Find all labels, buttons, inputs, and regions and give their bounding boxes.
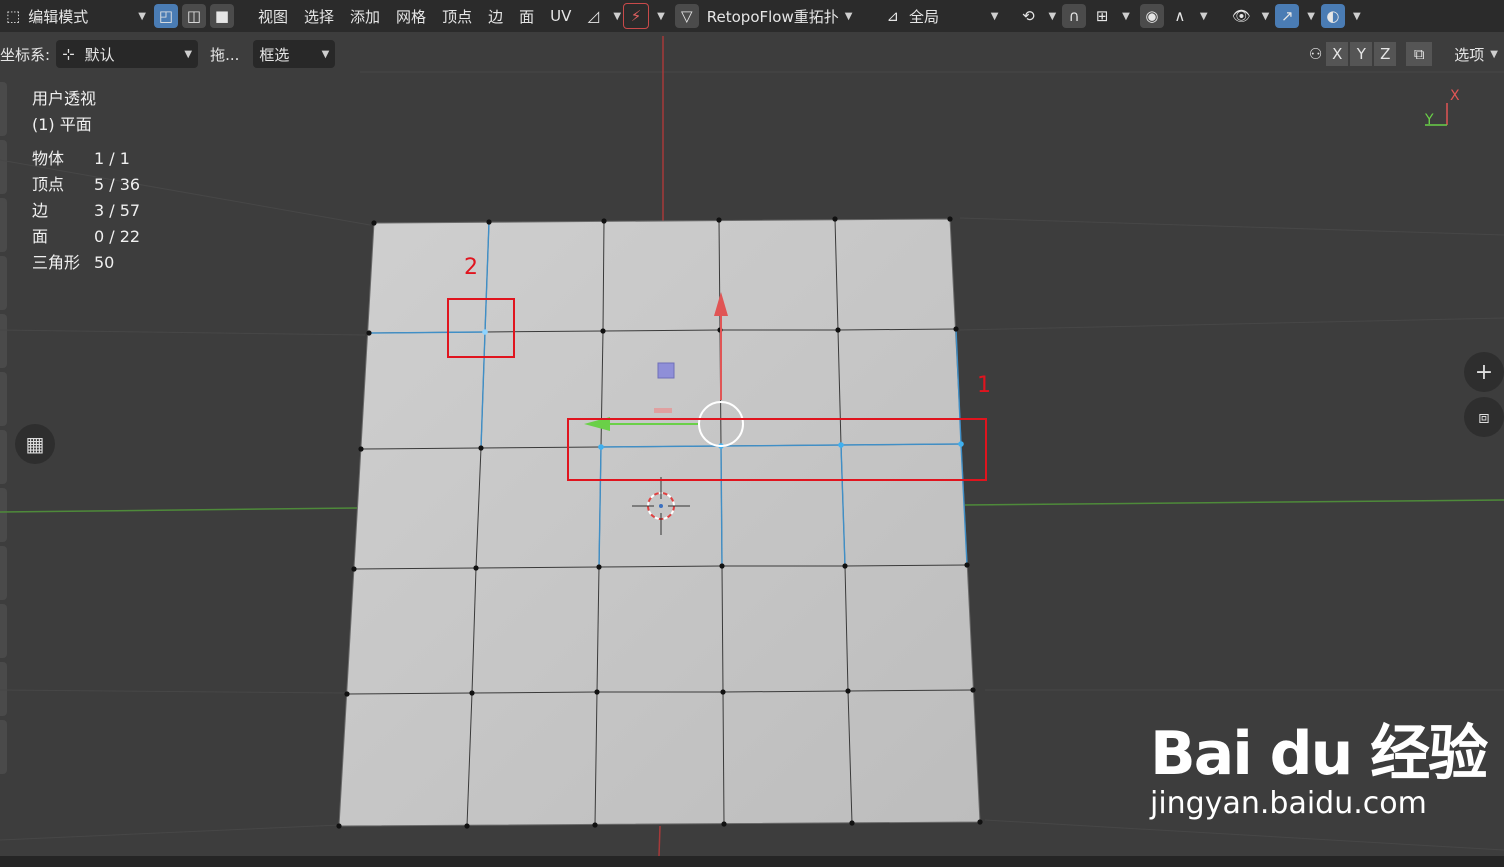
stat-value: 5 / 36 [94,175,141,194]
stat-value: 3 / 57 [94,201,141,220]
mesh-statistics: 物体 1 / 1 顶点 5 / 36 边 3 / 57 面 0 / 22 三角形 50 [32,146,140,276]
stat-value: 0 / 22 [94,227,141,246]
status-bar [0,856,1504,867]
stat-value: 50 [94,253,115,272]
viewport-info-overlay: 用户透视 (1) 平面 物体 1 / 1 顶点 5 / 36 边 3 / 57 面 0 … [32,86,140,276]
zoom-add-button[interactable]: + [1464,352,1504,392]
annotation-label-1: 1 [977,373,991,398]
active-object-name: (1) 平面 [32,115,92,134]
watermark-logo: Bai du 经验 [1150,719,1488,789]
gizmo-y-label: Y [1424,112,1434,128]
x-axis-line [0,507,358,513]
plus-icon: + [1474,359,1494,385]
stat-label: 三角形 [32,253,81,272]
axis-orientation-gizmo[interactable]: X Y [1424,88,1460,128]
watermark: Bai du 经验 jingyan.baidu.com [1150,705,1488,821]
mesh-plane[interactable] [338,218,981,827]
stat-label: 边 [32,201,49,220]
stat-label: 面 [32,227,49,246]
z-axis-line-lower [658,825,661,857]
stat-row-edges: 边 3 / 57 [32,198,140,224]
camera-view-button[interactable]: ⧈ [1464,397,1504,437]
stat-label: 顶点 [32,175,65,194]
gizmo-x-label: X [1450,88,1460,104]
x-axis-line-right [964,499,1504,506]
checker-texture-button[interactable]: ▦ [15,424,55,464]
stat-row-vertices: 顶点 5 / 36 [32,172,140,198]
view-name: 用户透视 [32,89,97,108]
stat-row-faces: 面 0 / 22 [32,224,140,250]
camera-frame-icon: ⧈ [1478,406,1490,428]
stat-value: 1 / 1 [94,149,130,168]
checker-icon: ▦ [25,432,45,456]
stat-row-triangles: 三角形 50 [32,250,140,276]
annotation-label-2: 2 [464,255,478,280]
stat-row-objects: 物体 1 / 1 [32,146,140,172]
stat-label: 物体 [32,149,65,168]
